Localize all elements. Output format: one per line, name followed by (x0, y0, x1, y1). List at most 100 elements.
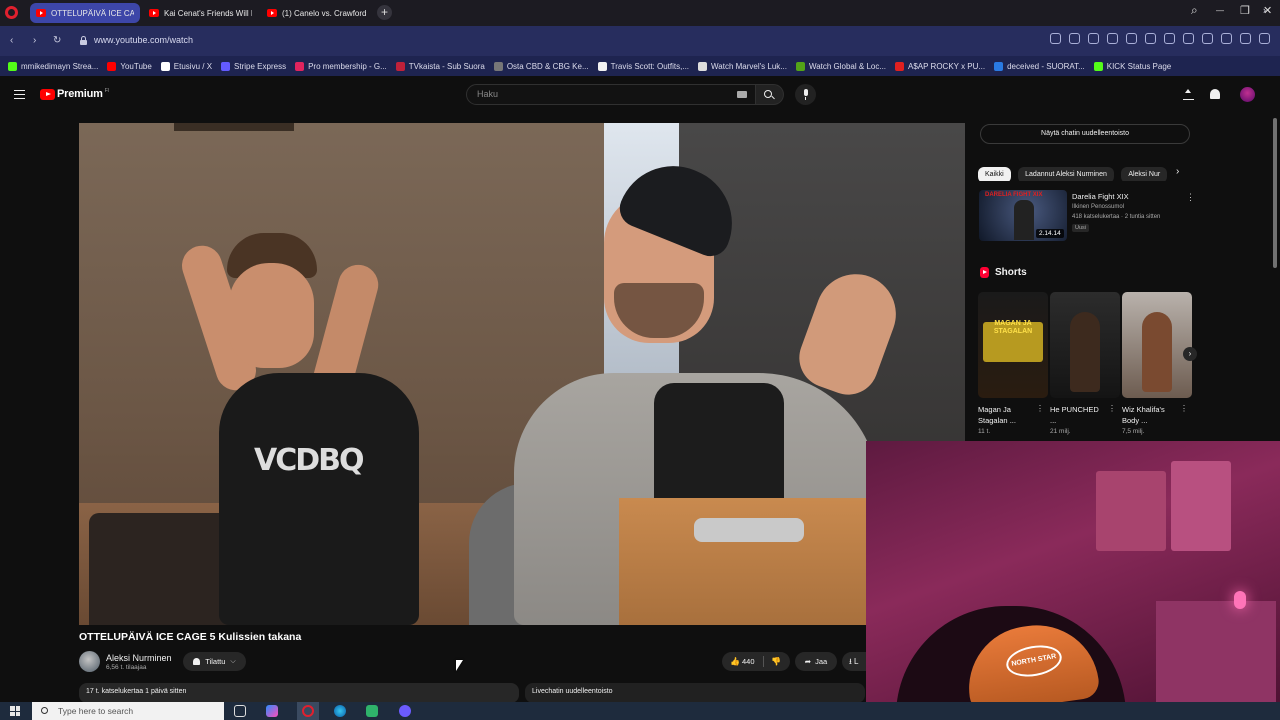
bookmark-item[interactable]: YouTube (107, 61, 152, 71)
bookmark-item[interactable]: Etusivu / X (160, 61, 212, 71)
extension-icon[interactable] (1126, 33, 1137, 44)
cube-icon[interactable] (1259, 33, 1270, 44)
chevron-right-icon[interactable]: › (1176, 166, 1179, 177)
settings-icon[interactable] (1107, 33, 1118, 44)
recommended-channel[interactable]: Ilkinen Penossumol (1072, 204, 1124, 210)
subscribed-button[interactable]: Tilattu ⌵ (183, 652, 246, 671)
bookmark-label: Stripe Express (234, 61, 287, 71)
keyboard-icon[interactable] (737, 91, 747, 98)
recommended-title[interactable]: Darelia Fight XIX (1072, 192, 1129, 201)
shorts-heading: Shorts (995, 267, 1027, 278)
bookmarks-more-icon[interactable]: › (1263, 5, 1266, 15)
chip-uploaded-by[interactable]: Ladannut Aleksi Nurminen (1018, 167, 1114, 181)
person-left (219, 373, 419, 625)
short-thumbnail[interactable] (1050, 292, 1120, 398)
short-title[interactable]: Magan Ja Stagalan ... (978, 404, 1034, 426)
find-icon[interactable] (1050, 33, 1061, 44)
bookmark-item[interactable]: Watch Marvel's Luk... (698, 61, 787, 71)
wallet-icon[interactable] (1221, 33, 1232, 44)
short-views: 11 t. (978, 428, 991, 435)
bookmark-favicon-icon (395, 61, 405, 71)
forward-icon[interactable]: › (33, 35, 36, 46)
task-view-icon[interactable] (234, 705, 246, 717)
short-title[interactable]: He PUNCHED ... (1050, 404, 1106, 426)
reload-icon[interactable]: ↻ (53, 35, 61, 46)
menu-icon[interactable] (1202, 33, 1213, 44)
more-options-icon[interactable]: ⋮ (1180, 404, 1188, 413)
page-scrollbar[interactable] (1273, 118, 1277, 268)
shorts-next-icon[interactable]: › (1183, 347, 1197, 361)
short-thumbnail[interactable] (1122, 292, 1192, 398)
minimize-button[interactable]: — (1216, 6, 1224, 15)
windows-start-icon[interactable] (10, 706, 20, 716)
maximize-button[interactable]: ❐ (1240, 4, 1250, 17)
bookmark-item[interactable]: KICK Status Page (1093, 61, 1171, 71)
bookmark-item[interactable]: TVkaista - Sub Suora (395, 61, 485, 71)
bookmark-item[interactable]: Pro membership - G... (295, 61, 387, 71)
short-thumbnail[interactable]: MAGAN JA STAGALAN (978, 292, 1048, 398)
view-count-meta: 17 t. katselukertaa 1 päivä sitten (86, 688, 187, 695)
opera-logo-icon[interactable] (5, 6, 18, 19)
thumbs-down-icon[interactable]: 👎 (771, 657, 781, 666)
chip-all[interactable]: Kaikki (978, 167, 1011, 181)
app-icon[interactable] (266, 705, 278, 717)
chat-replay-panel[interactable]: Livechatin uudelleentoisto (525, 683, 865, 703)
chip-related[interactable]: Aleksi Nur (1121, 167, 1168, 181)
hamburger-menu-icon[interactable] (14, 90, 25, 99)
channel-avatar[interactable] (79, 651, 100, 672)
bookmark-item[interactable]: deceived - SUORAT... (994, 61, 1085, 71)
back-icon[interactable]: ‹ (10, 35, 13, 46)
more-options-icon[interactable]: ⋮ (1186, 192, 1195, 203)
youtube-logo-icon[interactable] (40, 89, 55, 100)
search-icon (41, 707, 48, 714)
microphone-icon[interactable] (795, 84, 816, 105)
subscriber-count: 6,56 t. tilaajaa (106, 664, 147, 671)
more-options-icon[interactable]: ⋮ (1036, 404, 1044, 413)
channel-name[interactable]: Aleksi Nurminen (106, 653, 172, 663)
bookmark-item[interactable]: A$AP ROCKY x PU... (895, 61, 985, 71)
address-bar-actions (1050, 33, 1270, 44)
lock-icon[interactable] (80, 36, 87, 45)
camera-icon[interactable] (1088, 33, 1099, 44)
description-box[interactable]: 17 t. katselukertaa 1 päivä sitten (79, 683, 519, 703)
discord-taskbar-icon[interactable] (399, 705, 411, 717)
account-avatar[interactable] (1240, 87, 1255, 102)
youtube-premium-logo[interactable]: Premium FI (57, 88, 109, 100)
opera-taskbar-icon[interactable] (302, 705, 314, 717)
like-count[interactable]: 440 (742, 657, 755, 666)
bookmark-item[interactable]: Stripe Express (221, 61, 287, 71)
ai-icon[interactable] (1240, 33, 1251, 44)
bookmark-item[interactable]: Osta CBD & CBG Ke... (493, 61, 589, 71)
tab-1[interactable]: OTTELUPÄIVÄ ICE CA (30, 3, 140, 23)
tab-search-icon[interactable]: ⌕ (1191, 3, 1198, 18)
tab-3[interactable]: (1) Canelo vs. Crawford: P (261, 3, 373, 23)
chat-replay-label: Livechatin uudelleentoisto (532, 688, 613, 695)
more-options-icon[interactable]: ⋮ (1108, 404, 1116, 413)
bookmark-item[interactable]: Travis Scott: Outfits,... (597, 61, 689, 71)
search-input[interactable] (477, 89, 717, 99)
obs-taskbar-icon[interactable] (366, 705, 378, 717)
bookmark-item[interactable]: Watch Global & Loc... (795, 61, 886, 71)
heart-icon[interactable] (1164, 33, 1175, 44)
show-chat-replay-button[interactable]: Näytä chatin uudelleentoisto (980, 124, 1190, 144)
download-icon[interactable] (1183, 33, 1194, 44)
video-player[interactable]: VCDBQ (79, 123, 965, 625)
new-tab-button[interactable]: + (377, 5, 392, 20)
short-title[interactable]: Wiz Khalifa's Body ... (1122, 404, 1178, 426)
bell-icon (193, 658, 201, 665)
share-button[interactable]: ➦ Jaa (795, 652, 837, 671)
notifications-bell-icon[interactable] (1210, 89, 1220, 99)
tab-2[interactable]: Kai Cenat's Friends Will B (143, 3, 258, 23)
bookmark-label: Watch Marvel's Luk... (711, 61, 787, 71)
share-icon: ➦ (804, 657, 812, 666)
tab-label: Kai Cenat's Friends Will B (164, 8, 252, 18)
bookmark-item[interactable]: mmikedimayn Strea... (8, 61, 98, 71)
url-field[interactable]: www.youtube.com/watch (94, 35, 193, 45)
taskbar-search[interactable]: Type here to search (32, 702, 224, 720)
upload-icon[interactable] (1183, 89, 1194, 100)
edit-icon[interactable] (1069, 33, 1080, 44)
play-icon[interactable] (1145, 33, 1156, 44)
edge-taskbar-icon[interactable] (334, 705, 346, 717)
search-button[interactable] (756, 84, 784, 105)
thumbs-up-icon[interactable]: 👍 (730, 657, 740, 666)
